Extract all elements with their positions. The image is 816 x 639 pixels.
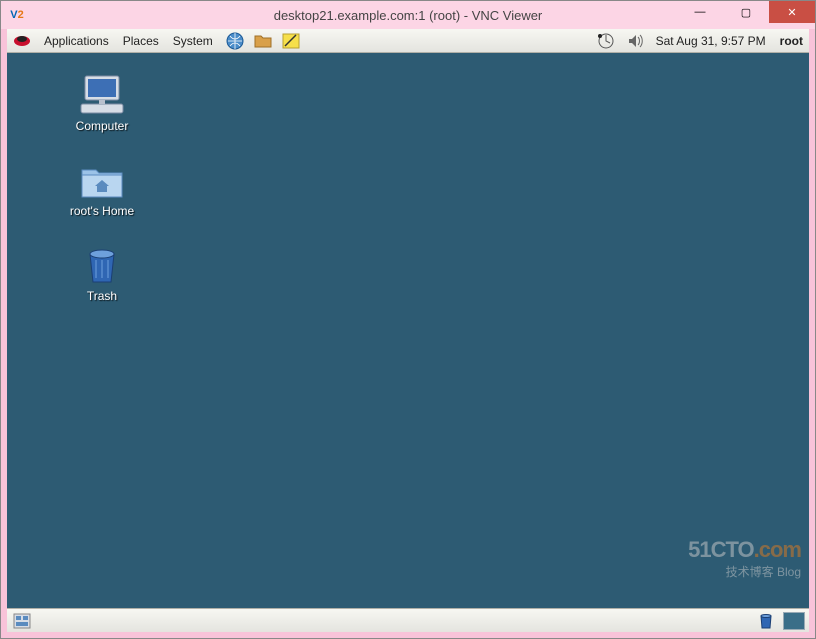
panel-right: Sat Aug 31, 9:57 PM root (596, 32, 809, 50)
vnc-logo-icon: V2 (7, 5, 27, 25)
workspace-switcher[interactable] (783, 612, 805, 630)
gnome-top-panel: Applications Places System (7, 29, 809, 53)
desktop-icon-home[interactable]: root's Home (47, 158, 157, 218)
panel-clock[interactable]: Sat Aug 31, 9:57 PM (656, 34, 766, 48)
window-title: desktop21.example.com:1 (root) - VNC Vie… (274, 8, 543, 23)
system-menu[interactable]: System (166, 29, 220, 53)
volume-tray-icon[interactable] (626, 32, 646, 50)
file-manager-launcher-icon[interactable] (252, 31, 274, 51)
gnome-bottom-panel (7, 608, 809, 632)
applications-menu[interactable]: Applications (37, 29, 116, 53)
desktop-icon-label: Computer (76, 119, 129, 133)
trash-panel-icon[interactable] (755, 611, 777, 631)
close-button[interactable]: ✕ (769, 1, 815, 23)
home-folder-icon (78, 158, 126, 202)
desktop-icon-trash[interactable]: Trash (47, 243, 157, 303)
desktop-icon-label: Trash (87, 289, 117, 303)
network-tray-icon[interactable] (596, 32, 616, 50)
browser-launcher-icon[interactable] (224, 31, 246, 51)
vnc-window-titlebar[interactable]: V2 desktop21.example.com:1 (root) - VNC … (1, 1, 815, 29)
show-desktop-button[interactable] (11, 611, 33, 631)
redhat-icon[interactable] (11, 32, 33, 50)
panel-left: Applications Places System (7, 29, 302, 53)
places-menu[interactable]: Places (116, 29, 166, 53)
maximize-button[interactable]: ▢ (723, 1, 769, 23)
notes-launcher-icon[interactable] (280, 31, 302, 51)
window-buttons: — ▢ ✕ (677, 1, 815, 23)
trash-icon (78, 243, 126, 287)
desktop-area[interactable]: Computer root's Home Trash (7, 53, 809, 608)
watermark: 51CTO.com 技术博客 Blog (688, 537, 801, 580)
desktop-icon-computer[interactable]: Computer (47, 73, 157, 133)
panel-user-menu[interactable]: root (776, 34, 803, 48)
vnc-remote-screen[interactable]: Applications Places System (7, 29, 809, 632)
computer-icon (78, 73, 126, 117)
minimize-button[interactable]: — (677, 1, 723, 23)
desktop-icon-label: root's Home (70, 204, 134, 218)
panel-launchers (224, 31, 302, 51)
